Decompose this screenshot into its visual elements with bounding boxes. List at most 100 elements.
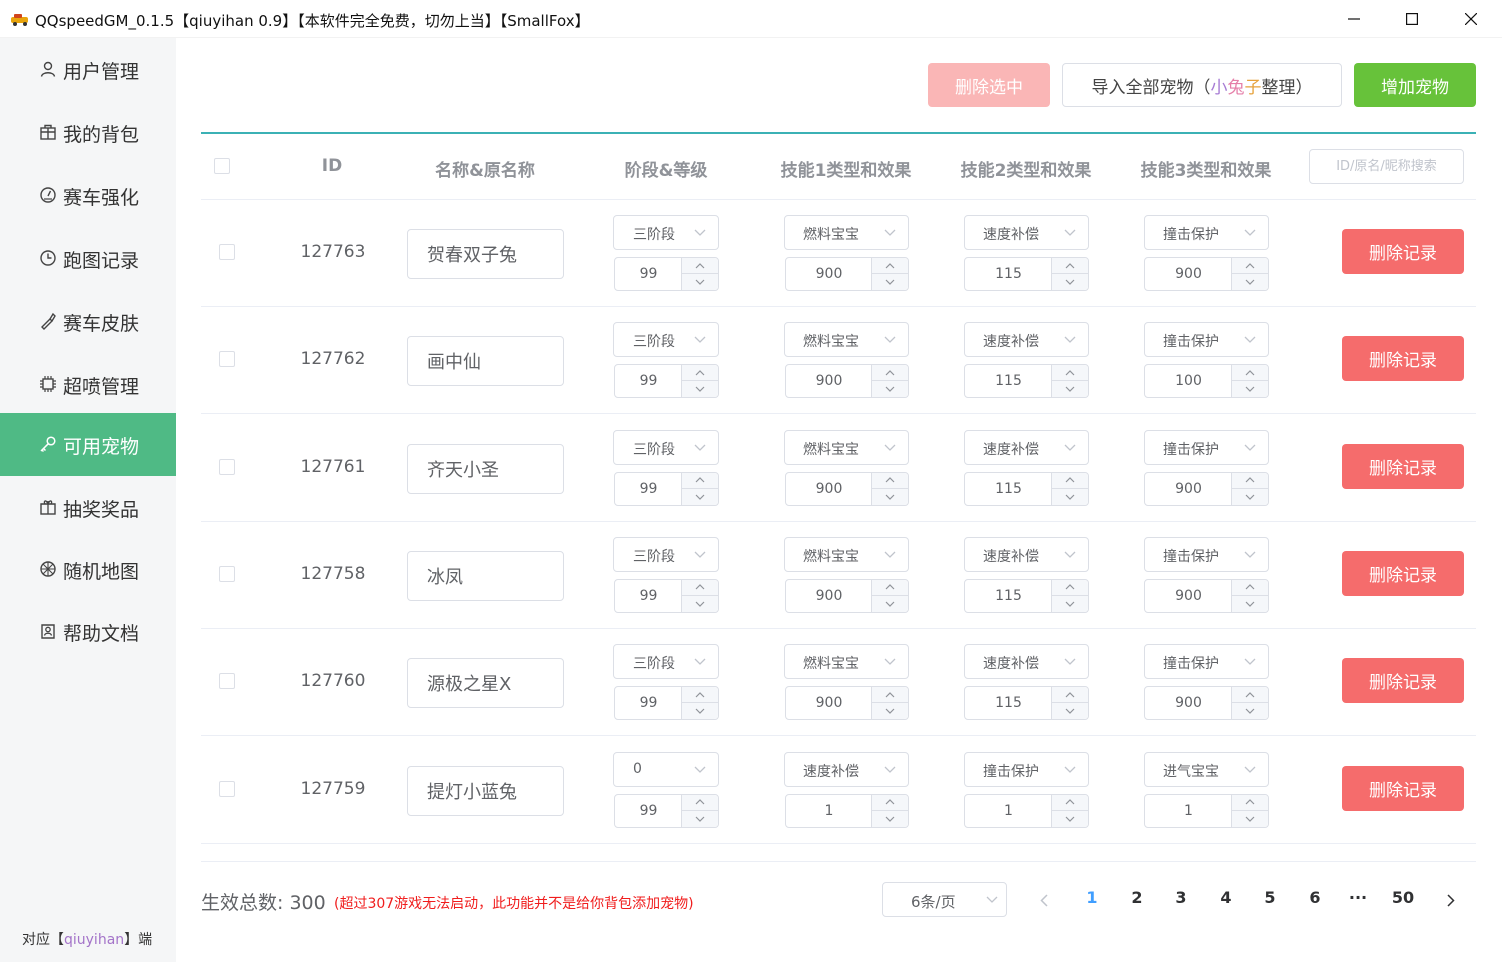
sidebar-item-run-records[interactable]: 跑图记录 [0, 227, 176, 290]
skill2-value-stepper[interactable]: 1 [964, 793, 1089, 828]
pet-search-input[interactable] [1310, 150, 1463, 183]
pet-name-input[interactable]: 齐天小圣 [407, 443, 564, 494]
decrement-button[interactable] [682, 489, 718, 505]
pet-name-input[interactable]: 画中仙 [407, 336, 564, 387]
page-button-4[interactable]: 4 [1211, 888, 1241, 907]
skill1-value-stepper[interactable]: 900 [785, 257, 909, 291]
sidebar-item-my-backpack[interactable]: 我的背包 [0, 101, 176, 164]
sidebar-item-available-pets[interactable]: 可用宠物 [0, 413, 176, 476]
decrement-button[interactable] [1232, 381, 1268, 397]
add-pet-button[interactable]: 增加宠物 [1354, 63, 1476, 107]
skill3-type-select[interactable]: 撞击保护 [1144, 644, 1269, 680]
close-button[interactable] [1448, 4, 1494, 34]
page-button-6[interactable]: 6 [1300, 888, 1330, 907]
skill1-value-stepper[interactable]: 900 [785, 686, 909, 721]
increment-button[interactable] [1232, 687, 1268, 704]
increment-button[interactable] [1052, 473, 1088, 489]
pet-name-input[interactable]: 提灯小蓝兔 [407, 765, 564, 816]
decrement-button[interactable] [1052, 381, 1088, 397]
delete-record-button[interactable]: 删除记录 [1342, 229, 1464, 274]
sidebar-item-help-docs[interactable]: 帮助文档 [0, 600, 176, 663]
skill1-value-stepper[interactable]: 900 [785, 578, 909, 613]
sidebar-item-random-map[interactable]: 随机地图 [0, 538, 176, 601]
decrement-button[interactable] [682, 703, 718, 719]
sidebar-item-boost-management[interactable]: 超喷管理 [0, 353, 176, 416]
decrement-button[interactable] [872, 381, 908, 397]
skill3-value-stepper[interactable]: 900 [1144, 471, 1269, 506]
decrement-button[interactable] [682, 274, 718, 290]
decrement-button[interactable] [1052, 274, 1088, 290]
skill1-type-select[interactable]: 燃料宝宝 [784, 429, 909, 465]
increment-button[interactable] [682, 687, 718, 704]
skill2-value-stepper[interactable]: 115 [964, 364, 1089, 399]
decrement-button[interactable] [1232, 489, 1268, 505]
skill1-type-select[interactable]: 燃料宝宝 [784, 322, 909, 358]
skill2-type-select[interactable]: 速度补偿 [964, 644, 1089, 680]
skill2-type-select[interactable]: 速度补偿 [964, 215, 1089, 250]
increment-button[interactable] [1232, 795, 1268, 811]
decrement-button[interactable] [682, 596, 718, 612]
skill3-value-stepper[interactable]: 100 [1144, 364, 1269, 399]
skill3-type-select[interactable]: 进气宝宝 [1144, 751, 1269, 787]
skill1-type-select[interactable]: 燃料宝宝 [784, 536, 909, 572]
skill1-type-select[interactable]: 燃料宝宝 [784, 644, 909, 680]
page-button-2[interactable]: 2 [1122, 888, 1152, 907]
decrement-button[interactable] [1232, 274, 1268, 290]
stage-select[interactable]: 三阶段 [613, 429, 719, 465]
increment-button[interactable] [682, 473, 718, 489]
decrement-button[interactable] [1052, 703, 1088, 719]
import-all-pets-button[interactable]: 导入全部宠物（小兔子整理） [1062, 63, 1342, 107]
decrement-button[interactable] [682, 811, 718, 827]
increment-button[interactable] [872, 580, 908, 596]
level-stepper[interactable]: 99 [614, 578, 719, 613]
decrement-button[interactable] [872, 489, 908, 505]
skill2-type-select[interactable]: 速度补偿 [964, 322, 1089, 358]
row-checkbox[interactable] [219, 565, 235, 582]
level-stepper[interactable]: 99 [614, 257, 719, 291]
sidebar-item-lottery-prizes[interactable]: 抽奖奖品 [0, 476, 176, 539]
page-size-select[interactable]: 6条/页 [882, 882, 1007, 917]
increment-button[interactable] [1232, 258, 1268, 274]
decrement-button[interactable] [872, 596, 908, 612]
page-button-5[interactable]: 5 [1255, 888, 1285, 907]
delete-record-button[interactable]: 删除记录 [1342, 443, 1464, 489]
increment-button[interactable] [1052, 795, 1088, 811]
row-checkbox[interactable] [219, 673, 235, 690]
row-checkbox[interactable] [219, 244, 235, 260]
increment-button[interactable] [872, 258, 908, 274]
skill3-type-select[interactable]: 撞击保护 [1144, 215, 1269, 250]
increment-button[interactable] [872, 687, 908, 704]
level-stepper[interactable]: 99 [614, 686, 719, 721]
increment-button[interactable] [872, 795, 908, 811]
skill1-value-stepper[interactable]: 900 [785, 471, 909, 506]
skill3-value-stepper[interactable]: 900 [1144, 578, 1269, 613]
pet-name-input[interactable]: 贺春双子兔 [407, 229, 564, 279]
skill2-type-select[interactable]: 速度补偿 [964, 429, 1089, 465]
sidebar-item-user-management[interactable]: 用户管理 [0, 38, 176, 101]
skill3-value-stepper[interactable]: 900 [1144, 686, 1269, 721]
row-checkbox[interactable] [219, 780, 235, 797]
select-all-checkbox[interactable] [214, 158, 230, 174]
prev-page-button[interactable] [1034, 890, 1054, 910]
increment-button[interactable] [682, 795, 718, 811]
skill2-value-stepper[interactable]: 115 [964, 471, 1089, 506]
increment-button[interactable] [1232, 473, 1268, 489]
skill3-value-stepper[interactable]: 900 [1144, 257, 1269, 291]
skill3-type-select[interactable]: 撞击保护 [1144, 322, 1269, 358]
pet-name-input[interactable]: 冰凤 [407, 550, 564, 601]
maximize-button[interactable] [1389, 4, 1435, 34]
level-stepper[interactable]: 99 [614, 793, 719, 828]
decrement-button[interactable] [1052, 489, 1088, 505]
next-page-button[interactable] [1441, 890, 1461, 910]
skill2-value-stepper[interactable]: 115 [964, 578, 1089, 613]
decrement-button[interactable] [1052, 596, 1088, 612]
increment-button[interactable] [872, 365, 908, 382]
increment-button[interactable] [1232, 580, 1268, 596]
stage-select[interactable]: 三阶段 [613, 536, 719, 572]
stage-select[interactable]: 三阶段 [613, 644, 719, 680]
increment-button[interactable] [1052, 258, 1088, 274]
decrement-button[interactable] [872, 811, 908, 827]
skill2-type-select[interactable]: 速度补偿 [964, 536, 1089, 572]
decrement-button[interactable] [1232, 811, 1268, 827]
minimize-button[interactable] [1331, 4, 1377, 34]
